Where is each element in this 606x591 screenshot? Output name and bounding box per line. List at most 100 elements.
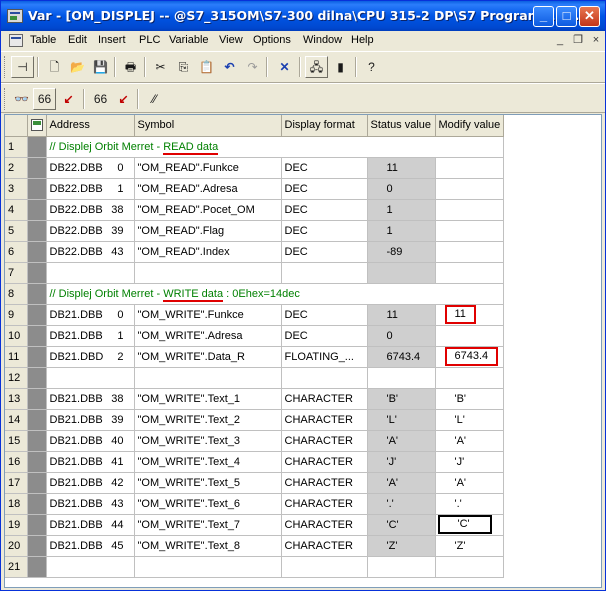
title-bar[interactable]: Var - [OM_DISPLEJ -- @S7_315OM\S7-300 di… [1, 1, 605, 31]
save-icon[interactable]: 💾 [89, 56, 112, 78]
row-number[interactable]: 10 [5, 325, 28, 347]
row-number[interactable]: 2 [5, 157, 28, 179]
table-row[interactable]: 17 DB21.DBB 42 "OM_WRITE".Text_5 CHARACTER 'A… [5, 472, 505, 494]
table-row[interactable]: 18 DB21.DBB 43 "OM_WRITE".Text_6 CHARACTER '.… [5, 493, 505, 515]
format-cell[interactable]: CHARACTER [281, 493, 368, 515]
address-cell[interactable] [46, 367, 135, 389]
modify-cell[interactable] [435, 157, 505, 179]
new-icon[interactable]: 🗋 [43, 56, 66, 78]
row-number[interactable]: 18 [5, 493, 28, 515]
monitor-icon[interactable]: 👓 [10, 88, 33, 110]
format-cell[interactable]: CHARACTER [281, 514, 368, 536]
modify-cell[interactable]: 'C' [435, 514, 505, 536]
address-cell[interactable]: DB21.DBB 45 [46, 535, 135, 557]
network-icon[interactable]: 🖧 [305, 56, 328, 78]
row-number[interactable]: 9 [5, 304, 28, 326]
row-number[interactable]: 1 [5, 136, 28, 158]
mdi-close-button[interactable]: × [588, 33, 604, 48]
format-cell[interactable]: DEC [281, 178, 368, 200]
row-selector[interactable] [27, 220, 47, 242]
maximize-button[interactable]: □ [556, 6, 577, 27]
table-row[interactable]: 19 DB21.DBB 44 "OM_WRITE".Text_7 CHARACTER 'C… [5, 514, 505, 536]
menu-plc[interactable]: PLC [139, 34, 160, 46]
row-selector[interactable] [27, 556, 47, 578]
address-cell[interactable]: DB21.DBB 40 [46, 430, 135, 452]
mdi-minimize-button[interactable]: _ [552, 33, 568, 48]
row-number[interactable]: 15 [5, 430, 28, 452]
disconnect-icon[interactable]: ✕ [273, 56, 296, 78]
row-selector[interactable] [27, 514, 47, 536]
document-icon[interactable] [9, 34, 23, 47]
modify-cell[interactable]: 'J' [435, 451, 505, 473]
table-row[interactable]: 4 DB22.DBB 38 "OM_READ".Pocet_OM DEC 1 [5, 199, 505, 221]
address-cell[interactable]: DB21.DBB 39 [46, 409, 135, 431]
row-selector[interactable] [27, 241, 47, 263]
table-row[interactable]: 2 DB22.DBB 0 "OM_READ".Funkce DEC 11 [5, 157, 505, 179]
pin-icon[interactable]: ⊣ [11, 56, 34, 78]
close-button[interactable]: ✕ [579, 6, 600, 27]
table-row[interactable]: 13 DB21.DBB 38 "OM_WRITE".Text_1 CHARACTER 'B… [5, 388, 505, 410]
row-number[interactable]: 17 [5, 472, 28, 494]
menu-options[interactable]: Options [253, 34, 291, 46]
row-selector[interactable] [27, 430, 47, 452]
row-selector[interactable] [27, 535, 47, 557]
format-cell[interactable]: FLOATING_... [281, 346, 368, 368]
format-cell[interactable]: CHARACTER [281, 430, 368, 452]
modify-cell[interactable] [435, 262, 505, 284]
header-address[interactable]: Address [46, 115, 135, 137]
comment-cell[interactable]: // Displej Orbit Merret - WRITE data : 0… [46, 283, 505, 305]
address-cell[interactable]: DB21.DBB 44 [46, 514, 135, 536]
row-number[interactable]: 3 [5, 178, 28, 200]
address-cell[interactable] [46, 262, 135, 284]
row-number[interactable]: 20 [5, 535, 28, 557]
table-row[interactable]: 6 DB22.DBB 43 "OM_READ".Index DEC -89 [5, 241, 505, 263]
modify-cell[interactable]: 11 [435, 304, 505, 326]
row-selector[interactable] [27, 199, 47, 221]
row-number[interactable]: 8 [5, 283, 28, 305]
format-cell[interactable]: CHARACTER [281, 472, 368, 494]
modify-cell[interactable]: 'B' [435, 388, 505, 410]
undo-icon[interactable]: ↶ [218, 56, 241, 78]
symbol-cell[interactable]: "OM_WRITE".Text_1 [134, 388, 282, 410]
table-row[interactable]: 11 DB21.DBD 2 "OM_WRITE".Data_R FLOATING_...… [5, 346, 505, 368]
header-corner[interactable] [5, 115, 28, 137]
address-cell[interactable]: DB22.DBB 43 [46, 241, 135, 263]
cut-icon[interactable]: ✂ [149, 56, 172, 78]
print-icon[interactable]: 🖶 [119, 56, 142, 78]
row-number[interactable]: 16 [5, 451, 28, 473]
table-row[interactable]: 10 DB21.DBB 1 "OM_WRITE".Adresa DEC 0 [5, 325, 505, 347]
redo-icon[interactable]: ↷ [241, 56, 264, 78]
row-selector[interactable] [27, 493, 47, 515]
modify-cell[interactable]: 'A' [435, 472, 505, 494]
table-row[interactable]: 3 DB22.DBB 1 "OM_READ".Adresa DEC 0 [5, 178, 505, 200]
row-selector[interactable] [27, 304, 47, 326]
row-selector[interactable] [27, 136, 47, 158]
mdi-restore-button[interactable]: ❐ [570, 33, 586, 48]
help-icon[interactable]: ? [360, 56, 383, 78]
address-cell[interactable]: DB21.DBB 42 [46, 472, 135, 494]
modify-cell[interactable] [435, 199, 505, 221]
symbol-cell[interactable] [134, 262, 282, 284]
paste-icon[interactable]: 📋 [195, 56, 218, 78]
address-cell[interactable]: DB22.DBB 38 [46, 199, 135, 221]
format-cell[interactable] [281, 262, 368, 284]
menu-help[interactable]: Help [351, 34, 374, 46]
table-row[interactable]: 21 [5, 556, 505, 578]
table-row[interactable]: 7 [5, 262, 505, 284]
modify-cell[interactable]: 'A' [435, 430, 505, 452]
format-cell[interactable]: CHARACTER [281, 409, 368, 431]
symbol-cell[interactable]: "OM_READ".Adresa [134, 178, 282, 200]
format-cell[interactable] [281, 556, 368, 578]
symbol-cell[interactable]: "OM_WRITE".Text_6 [134, 493, 282, 515]
monitor-immediately-icon[interactable]: 66 [89, 88, 112, 110]
format-cell[interactable]: DEC [281, 157, 368, 179]
row-number[interactable]: 19 [5, 514, 28, 536]
format-cell[interactable]: DEC [281, 304, 368, 326]
symbol-cell[interactable]: "OM_WRITE".Text_7 [134, 514, 282, 536]
table-row[interactable]: 14 DB21.DBB 39 "OM_WRITE".Text_2 CHARACTER 'L… [5, 409, 505, 431]
open-icon[interactable]: 📂 [66, 56, 89, 78]
comment-cell[interactable]: // Displej Orbit Merret - READ data [46, 136, 505, 158]
row-selector[interactable] [27, 346, 47, 368]
table-row[interactable]: 1 // Displej Orbit Merret - READ data [5, 136, 505, 158]
modify-cell[interactable]: '.' [435, 493, 505, 515]
